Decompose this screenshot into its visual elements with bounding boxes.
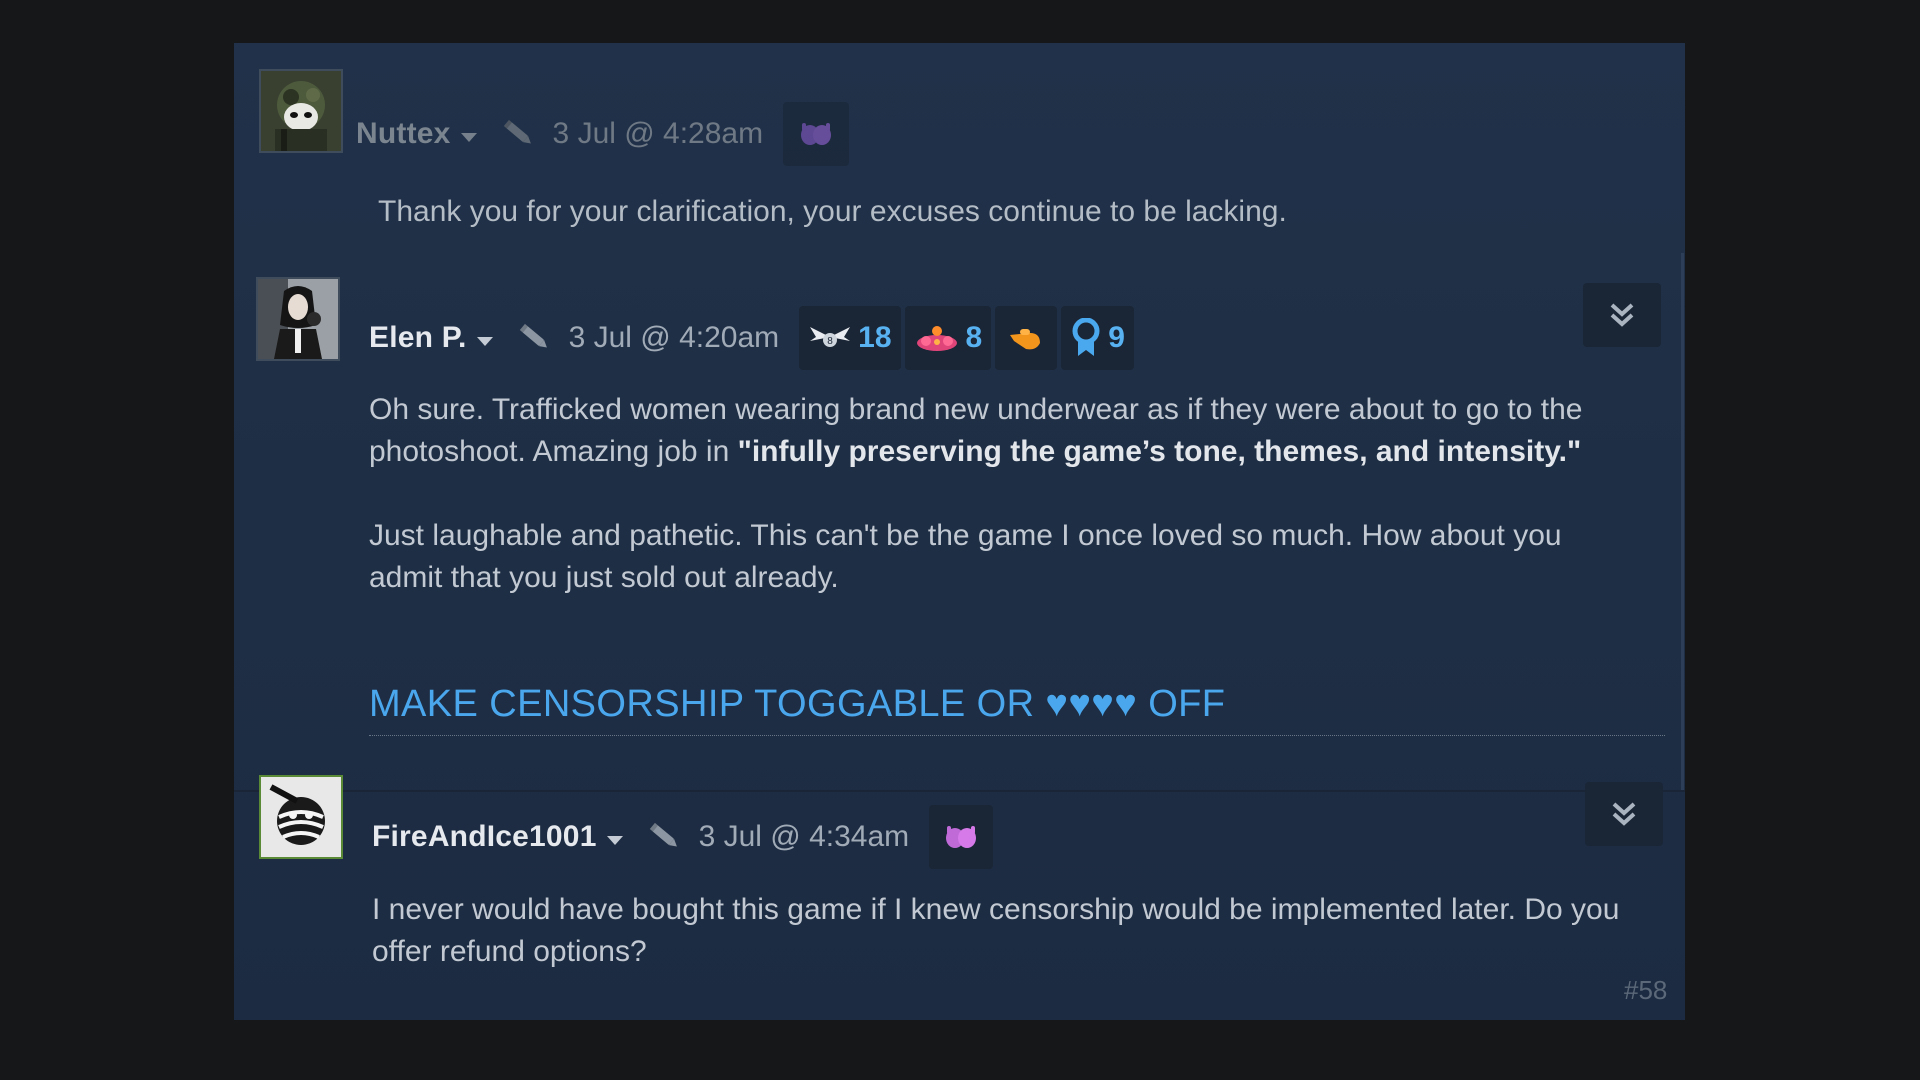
- author-name[interactable]: Nuttex: [356, 117, 451, 151]
- avatar[interactable]: [259, 69, 343, 153]
- award-count: 8: [965, 321, 983, 354]
- comment-body: Thank you for your clarification, your e…: [378, 191, 1628, 233]
- comment-paragraph: Just laughable and pathetic. This can't …: [369, 519, 1562, 594]
- post-number[interactable]: #58: [1624, 975, 1667, 1006]
- comment-text: Thank you for your clarification, your e…: [378, 195, 1287, 228]
- comment-body: I never would have bought this game if I…: [372, 889, 1642, 973]
- timestamp: 3 Jul @ 4:34am: [698, 820, 910, 853]
- comment-body: Oh sure. Trafficked women wearing brand …: [369, 389, 1669, 599]
- edit-pencil-icon: [519, 323, 547, 348]
- comment-header: Elen P. 3 Jul @ 4:20am 8 18 8 9: [369, 306, 1134, 370]
- link-underline: [369, 735, 1665, 736]
- timestamp: 3 Jul @ 4:28am: [552, 117, 764, 150]
- timestamp: 3 Jul @ 4:20am: [568, 321, 780, 354]
- comment-line: photoshoot. Amazing job in "infully pres…: [369, 431, 1669, 473]
- svg-text:8: 8: [827, 336, 833, 347]
- ribbon-award-icon: [1072, 318, 1100, 356]
- award-badge-clown[interactable]: 8: [904, 306, 992, 370]
- award-badge-winged[interactable]: 8 18: [799, 306, 901, 370]
- edit-pencil-icon: [503, 119, 531, 144]
- hand-award-icon: [1010, 329, 1041, 350]
- winged-award-icon: 8: [810, 327, 851, 347]
- comment-header: Nuttex 3 Jul @ 4:28am: [356, 102, 850, 166]
- comment-text: photoshoot. Amazing job in: [369, 435, 738, 468]
- double-chevron-down-icon: [1610, 303, 1634, 327]
- collapse-button[interactable]: [1583, 283, 1661, 347]
- award-badge[interactable]: [929, 805, 994, 869]
- award-count: 18: [858, 321, 892, 354]
- author-name[interactable]: FireAndIce1001: [372, 820, 597, 854]
- scroll-track[interactable]: [1681, 253, 1684, 790]
- chevron-down-icon[interactable]: [476, 336, 493, 346]
- clown-award-icon: [916, 326, 957, 351]
- edit-pencil-icon: [649, 822, 677, 847]
- collapse-button[interactable]: [1585, 782, 1663, 846]
- purple-hands-award-icon: [801, 123, 832, 145]
- award-count: 9: [1108, 321, 1125, 354]
- comment-divider: [234, 790, 1685, 792]
- purple-hands-award-icon: [946, 826, 977, 848]
- comment-header: FireAndIce1001 3 Jul @ 4:34am: [372, 805, 994, 869]
- chevron-down-icon[interactable]: [460, 132, 477, 142]
- comment-line: Oh sure. Trafficked women wearing brand …: [369, 393, 1583, 426]
- award-badge-hand[interactable]: [995, 306, 1058, 370]
- chevron-down-icon[interactable]: [606, 835, 623, 845]
- quoted-bold-text: "infully preserving the game’s tone, the…: [737, 435, 1582, 468]
- avatar[interactable]: [259, 775, 343, 859]
- avatar[interactable]: [256, 277, 340, 361]
- award-badge-ribbon[interactable]: 9: [1061, 306, 1134, 370]
- author-name[interactable]: Elen P.: [369, 321, 467, 355]
- comments-panel: Nuttex 3 Jul @ 4:28am Thank you for your…: [234, 43, 1685, 1020]
- double-chevron-down-icon: [1612, 802, 1636, 826]
- comment-link[interactable]: MAKE CENSORSHIP TOGGABLE OR ♥♥♥♥ OFF: [369, 683, 1225, 726]
- comment-text: I never would have bought this game if I…: [372, 893, 1620, 968]
- award-badge[interactable]: [783, 102, 850, 166]
